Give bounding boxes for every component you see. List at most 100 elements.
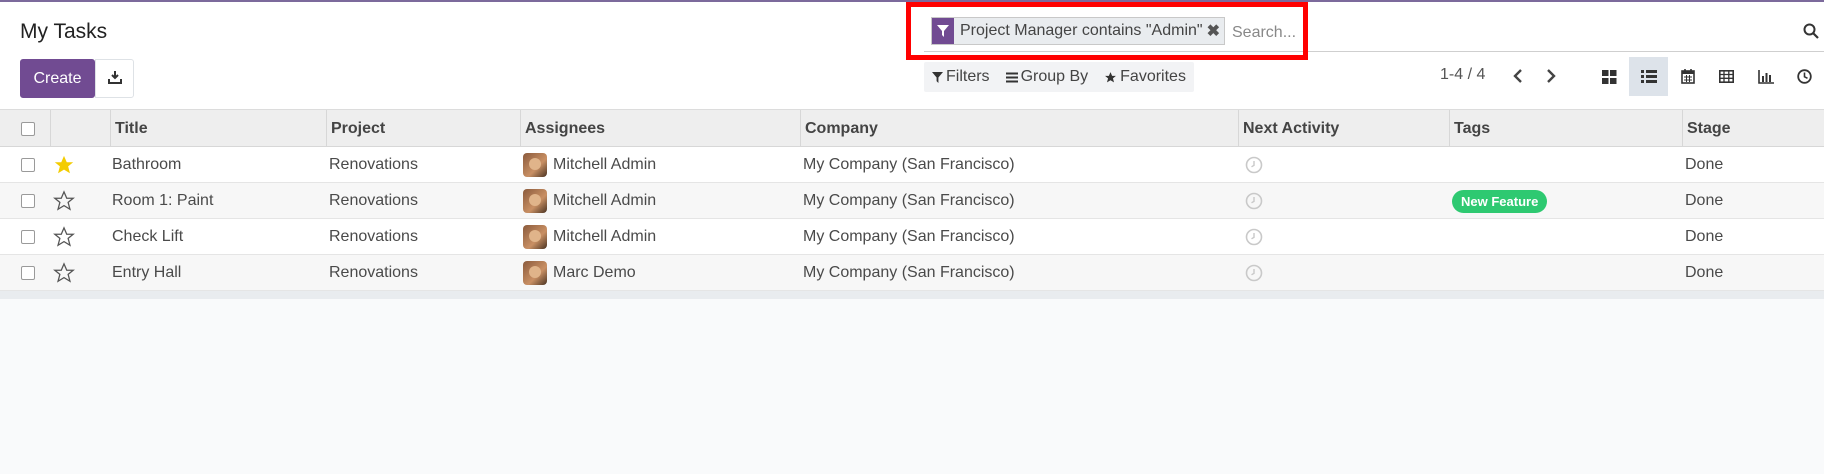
favorites-dropdown[interactable]: Favorites [1096,62,1194,92]
avatar [523,153,547,177]
column-title[interactable]: Title [110,110,326,147]
assignee-name: Mitchell Admin [553,156,657,173]
star-outline-icon [53,262,75,283]
task-company: My Company (San Francisco) [803,264,1015,281]
task-assignee: Mitchell Admin [523,219,656,255]
chevron-right-icon [1547,69,1556,83]
group-by-label: Group By [1020,68,1089,85]
column-favorite[interactable] [50,110,110,147]
assignee-name: Marc Demo [553,264,636,281]
column-next-activity[interactable]: Next Activity [1238,110,1449,147]
magnifier-icon [1803,23,1819,44]
calendar-view-button[interactable] [1668,57,1707,96]
row-select-cell [21,147,35,183]
task-tags: New Feature [1452,183,1548,219]
favorite-toggle[interactable] [53,255,75,291]
filters-label: Filters [946,68,990,85]
pager-previous-button[interactable] [1508,64,1528,88]
star-icon [1105,71,1117,82]
next-activity-button[interactable] [1245,147,1263,183]
column-assignees[interactable]: Assignees [520,110,800,147]
column-stage[interactable]: Stage [1682,110,1824,147]
row-select-cell [21,183,35,219]
task-title: Bathroom [112,156,182,173]
star-filled-icon [54,155,74,174]
task-project: Renovations [329,192,418,209]
favorite-toggle[interactable] [53,219,75,255]
favorite-toggle[interactable] [53,183,75,219]
task-company: My Company (San Francisco) [803,192,1015,209]
group-by-dropdown[interactable]: Group By [998,62,1097,92]
favorites-label: Favorites [1120,68,1186,85]
search-button[interactable] [1800,22,1822,44]
kanban-icon [1602,69,1617,84]
star-outline-icon [53,226,75,247]
kanban-view-button[interactable] [1590,57,1629,96]
calendar-icon [1680,69,1695,84]
task-stage: Done [1685,228,1724,245]
favorite-toggle[interactable] [53,147,75,183]
task-title: Check Lift [112,228,184,245]
list-icon [1640,70,1657,83]
pager-value[interactable]: 1-4 / 4 [1440,66,1485,84]
view-switcher [1590,57,1824,96]
row-select-cell [21,255,35,291]
avatar [523,225,547,249]
assignee-name: Mitchell Admin [553,192,657,209]
chevron-left-icon [1513,69,1522,83]
task-company: My Company (San Francisco) [803,228,1015,245]
search-options-bar: Filters Group By Favorites [924,62,1194,92]
task-project: Renovations [329,156,418,173]
create-button[interactable]: Create [20,59,95,98]
row-checkbox[interactable] [21,194,35,208]
task-assignee: Marc Demo [523,255,636,291]
page-title: My Tasks [20,20,108,43]
next-activity-button[interactable] [1245,183,1263,219]
table-footer [0,291,1824,299]
download-icon [107,70,122,87]
bar-chart-icon [1757,69,1774,84]
column-company[interactable]: Company [800,110,1238,147]
list-view-button[interactable] [1629,57,1668,96]
filters-dropdown[interactable]: Filters [924,62,998,92]
table-row[interactable]: Entry Hall Renovations Marc Demo My Comp… [0,255,1824,291]
row-checkbox[interactable] [21,230,35,244]
clock-icon [1245,264,1263,282]
row-checkbox[interactable] [21,266,35,280]
task-stage: Done [1685,156,1724,173]
column-tags[interactable]: Tags [1449,110,1682,147]
clock-icon [1797,69,1812,84]
avatar [523,261,547,285]
row-checkbox[interactable] [21,158,35,172]
facet-remove-icon[interactable]: ✖ [1207,21,1224,41]
task-assignee: Mitchell Admin [523,183,656,219]
table-row[interactable]: Bathroom Renovations Mitchell Admin My C… [0,147,1824,183]
filter-icon [932,18,954,44]
clock-icon [1245,192,1263,210]
pivot-view-button[interactable] [1707,57,1746,96]
row-select-cell [21,219,35,255]
clock-icon [1245,228,1263,246]
next-activity-button[interactable] [1245,219,1263,255]
task-title: Entry Hall [112,264,182,281]
task-stage: Done [1685,192,1724,209]
task-assignee: Mitchell Admin [523,147,656,183]
tag-badge: New Feature [1452,189,1548,213]
search-input[interactable] [1232,20,1792,46]
control-panel: My Tasks Create [0,2,1824,109]
select-all-checkbox[interactable] [21,121,35,136]
select-all-cell [21,110,37,147]
next-activity-button[interactable] [1245,255,1263,291]
pager-next-button[interactable] [1541,64,1561,88]
download-button[interactable] [95,59,134,98]
search-facet[interactable]: Project Manager contains "Admin" ✖ [931,17,1225,45]
tasks-table: Title Project Assignees Company Next Act… [0,109,1824,299]
bars-icon [1005,72,1018,82]
column-project[interactable]: Project [326,110,520,147]
activity-view-button[interactable] [1785,57,1824,96]
table-row[interactable]: Room 1: Paint Renovations Mitchell Admin… [0,183,1824,219]
avatar [523,189,547,213]
graph-view-button[interactable] [1746,57,1785,96]
assignee-name: Mitchell Admin [553,228,657,245]
table-row[interactable]: Check Lift Renovations Mitchell Admin My… [0,219,1824,255]
